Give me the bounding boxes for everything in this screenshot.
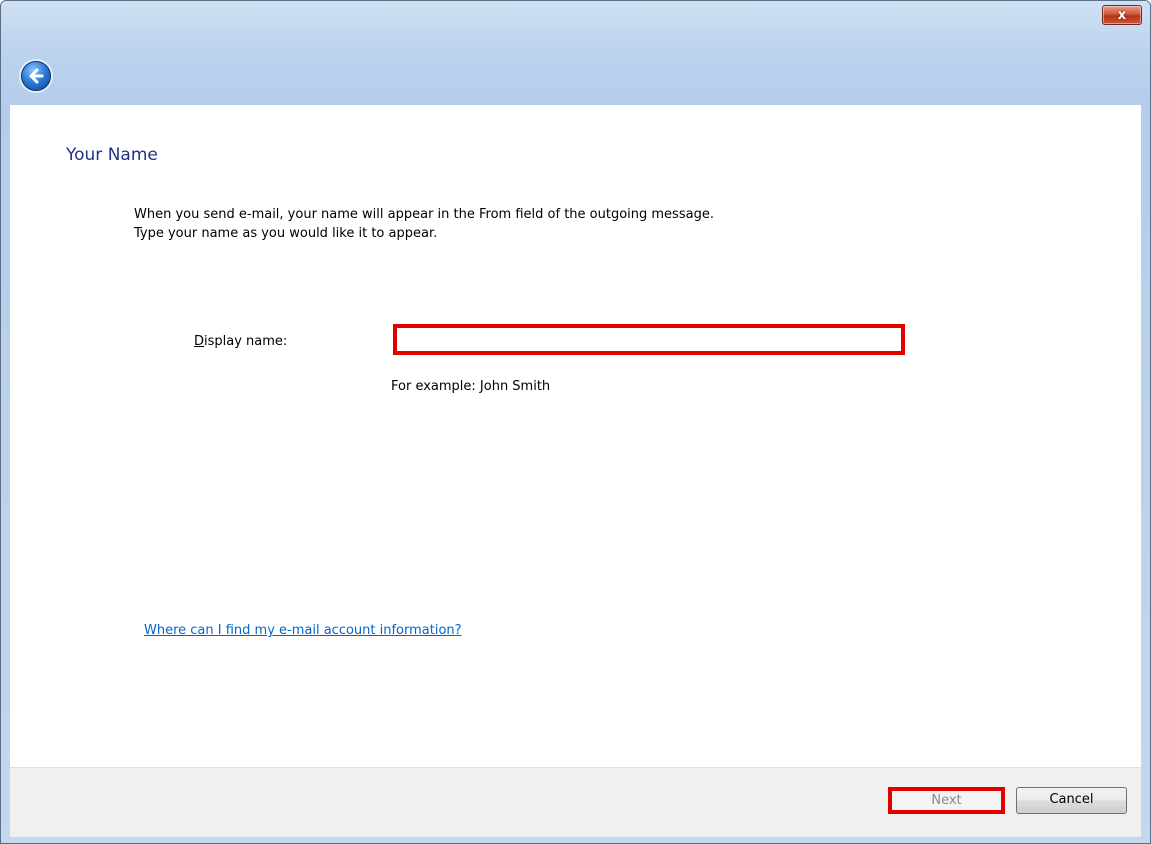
- description-line-2: Type your name as you would like it to a…: [134, 226, 438, 241]
- back-button[interactable]: [21, 61, 51, 91]
- window-border-bottom: [1, 837, 1150, 843]
- next-button[interactable]: Next: [888, 787, 1005, 814]
- window-border-left: [1, 105, 10, 837]
- display-name-accesskey: D: [194, 334, 205, 349]
- display-name-input[interactable]: [393, 324, 905, 355]
- wizard-footer: Next Cancel: [10, 767, 1141, 838]
- display-name-label-text: isplay name:: [204, 334, 288, 349]
- page-title: Your Name: [66, 145, 158, 165]
- title-bar: x: [1, 1, 1150, 105]
- back-arrow-icon: [29, 68, 44, 84]
- window-border-right: [1141, 105, 1150, 837]
- description-line-1: When you send e-mail, your name will app…: [134, 207, 714, 222]
- wizard-window: x Your Name When you send e-mail, your n…: [0, 0, 1151, 844]
- close-icon: x: [1117, 7, 1127, 23]
- description: When you send e-mail, your name will app…: [134, 205, 714, 243]
- close-button[interactable]: x: [1102, 5, 1142, 25]
- wizard-content: Your Name When you send e-mail, your nam…: [10, 105, 1141, 767]
- example-hint: For example: John Smith: [391, 379, 551, 394]
- display-name-label: Display name:: [194, 334, 287, 349]
- account-info-help-link[interactable]: Where can I find my e-mail account infor…: [144, 623, 462, 638]
- cancel-button[interactable]: Cancel: [1016, 787, 1127, 814]
